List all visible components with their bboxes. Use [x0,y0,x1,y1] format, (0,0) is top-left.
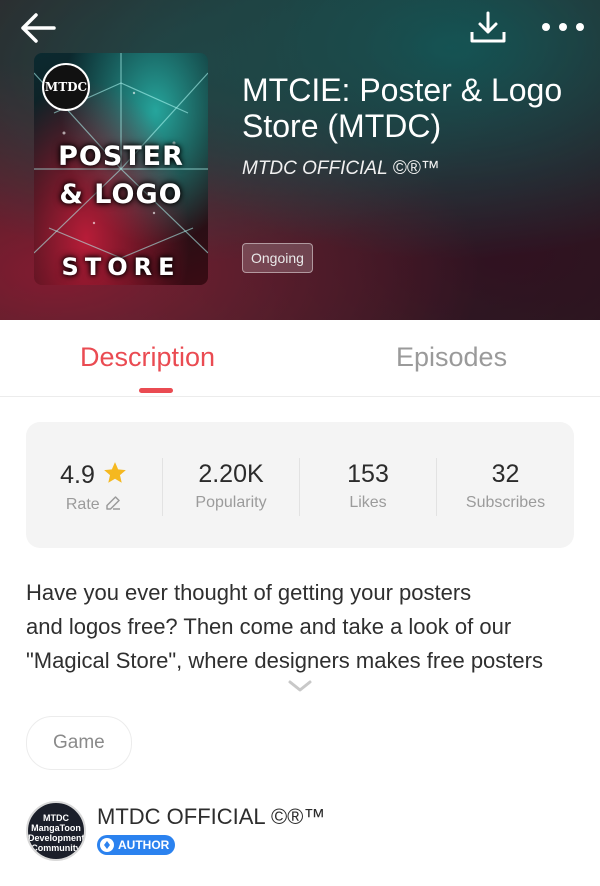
author-badge-label: AUTHOR [118,838,170,852]
tab-bar: Description Episodes [0,320,600,397]
avatar-line: MangaToon [31,823,81,833]
author-avatar[interactable]: MTDC MangaToon Development Community [26,801,86,861]
genre-tag[interactable]: Game [26,716,132,770]
stat-likes: 153 Likes [300,422,436,548]
stat-popularity-value: 2.20K [198,460,264,488]
stat-subscribes-value: 32 [491,460,520,488]
status-badge: Ongoing [242,243,313,273]
stat-rate-value-row: 4.9 [26,460,162,490]
stat-popularity-label: Popularity [195,494,267,511]
header-banner: MTDC POSTER & LOGO STORE MTCIE: Poster &… [0,0,600,320]
back-arrow-icon [21,13,56,43]
stat-rate-label: Rate [65,496,100,513]
download-button[interactable] [468,10,508,46]
more-dots-icon [542,23,584,31]
author-name[interactable]: MTDC OFFICIAL ©®™ [97,804,325,830]
more-options-button[interactable] [540,14,586,40]
cover-image: MTDC POSTER & LOGO STORE [34,53,208,285]
description-text: Have you ever thought of getting your po… [26,576,586,678]
stat-rate-label-row: Rate [26,494,162,514]
description-line: "Magical Store", where designers makes f… [26,648,543,673]
description-line: Have you ever thought of getting your po… [26,580,472,605]
author-badge-icon [100,838,114,852]
stat-popularity: 2.20K Popularity [163,422,299,548]
author-badge: AUTHOR [97,835,176,855]
tab-description[interactable]: Description [80,342,215,373]
star-icon [104,462,126,483]
cover-title-line3: STORE [61,253,181,281]
tab-episodes[interactable]: Episodes [396,342,507,373]
download-icon [470,11,506,43]
stat-rate[interactable]: 4.9 Rate [26,422,162,548]
stat-subscribes: 32 Subscribes [437,422,574,548]
stats-card: 4.9 Rate 2.20K Popularity 153 Likes 32 S… [26,422,574,548]
cover-title-line2: & LOGO [59,179,183,210]
expand-description-button[interactable] [287,676,313,696]
active-tab-indicator [139,388,173,393]
author-subtitle[interactable]: MTDC OFFICIAL ©®™ [242,158,440,180]
stat-subscribes-label: Subscribes [465,494,546,511]
stat-likes-label: Likes [349,494,387,511]
back-button[interactable] [18,10,58,46]
avatar-line: Community [31,843,81,853]
description-line: and logos free? Then come and take a loo… [26,614,512,639]
cover-title-line1: POSTER [58,141,184,172]
stat-likes-value: 153 [347,460,389,488]
stat-rate-value: 4.9 [60,461,95,489]
pencil-icon [106,496,121,510]
avatar-line: MTDC [43,813,69,823]
avatar-text: MTDC MangaToon Development Community [28,813,84,853]
comic-title: MTCIE: Poster & Logo Store (MTDC) [242,72,563,144]
chevron-down-icon [288,680,312,692]
avatar-line: Development [28,833,85,843]
cover-logo: MTDC [42,63,90,111]
